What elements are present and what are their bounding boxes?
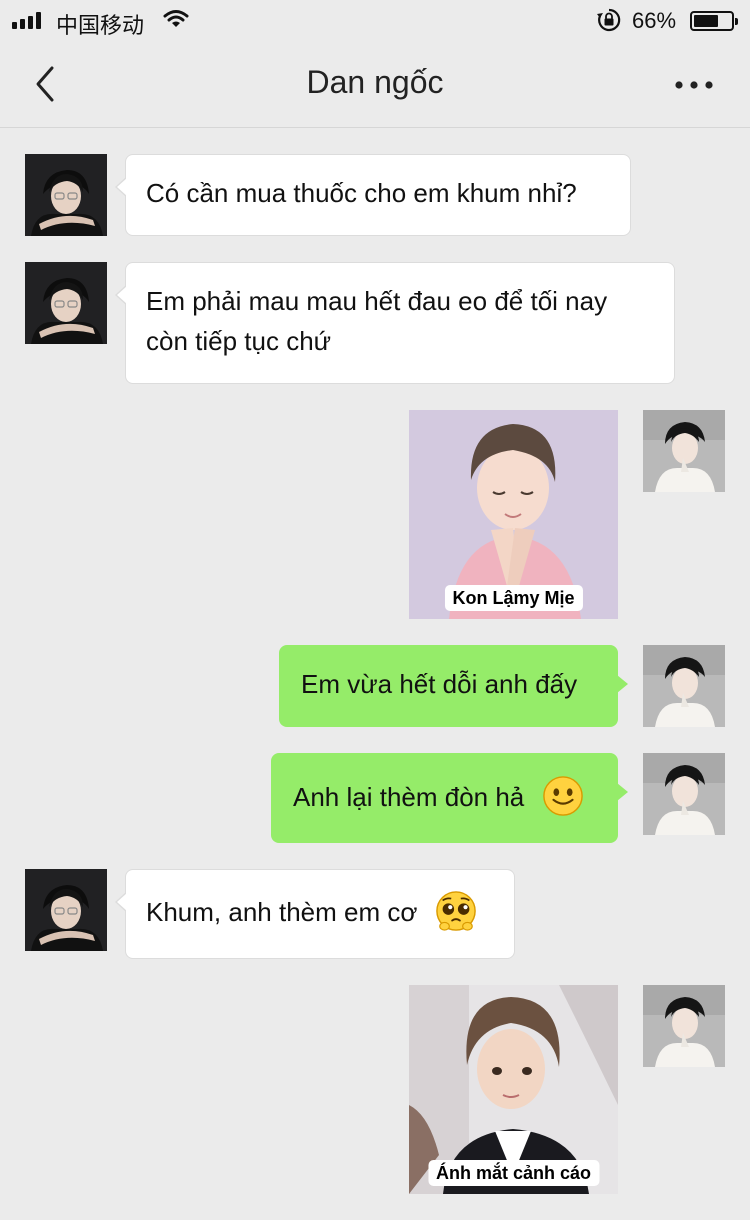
status-bar: 中国移动 66% bbox=[0, 0, 750, 42]
message-text: Có cần mua thuốc cho em khum nhỉ? bbox=[146, 178, 577, 208]
sticker-image[interactable]: Ánh mắt cảnh cáo bbox=[409, 985, 618, 1194]
message-bubble[interactable]: Em phải mau mau hết đau eo để tối nay cò… bbox=[115, 262, 675, 384]
message-outgoing: Kon Lậmy Mịe bbox=[0, 410, 750, 619]
message-bubble[interactable]: Em vừa hết dỗi anh đấy bbox=[279, 645, 628, 727]
my-avatar[interactable] bbox=[643, 985, 725, 1067]
carrier-name: 中国移动 bbox=[56, 13, 145, 38]
orientation-lock-icon bbox=[597, 8, 621, 32]
my-avatar[interactable] bbox=[643, 645, 725, 727]
message-text-line: Em phải mau mau hết đau eo để tối nay bbox=[146, 286, 608, 316]
signal-bars-icon bbox=[12, 12, 41, 29]
sticker-caption: Kon Lậmy Mịe bbox=[444, 585, 583, 611]
smiling-face-emoji bbox=[542, 775, 584, 817]
sticker-caption: Ánh mắt cảnh cáo bbox=[427, 1160, 600, 1186]
my-avatar[interactable] bbox=[643, 753, 725, 835]
my-avatar[interactable] bbox=[643, 410, 725, 492]
contact-avatar[interactable] bbox=[25, 869, 107, 951]
message-text: Anh lại thèm đòn hả bbox=[293, 782, 525, 812]
message-bubble[interactable]: Anh lại thèm đòn hả bbox=[271, 753, 628, 843]
message-bubble[interactable]: Có cần mua thuốc cho em khum nhỉ? bbox=[115, 154, 631, 236]
message-outgoing: Em vừa hết dỗi anh đấy bbox=[0, 645, 750, 727]
message-incoming: Khum, anh thèm em cơ bbox=[0, 869, 750, 959]
more-dots-icon[interactable] bbox=[672, 70, 716, 100]
message-incoming: Có cần mua thuốc cho em khum nhỉ? bbox=[0, 154, 750, 238]
message-text-line: còn tiếp tục chứ bbox=[146, 326, 332, 356]
battery-icon bbox=[690, 11, 738, 31]
message-text: Khum, anh thèm em cơ bbox=[146, 897, 418, 927]
pleading-face-emoji bbox=[435, 890, 477, 932]
battery-percent: 66% bbox=[632, 8, 677, 33]
contact-avatar[interactable] bbox=[25, 262, 107, 344]
message-outgoing: Ánh mắt cảnh cáo bbox=[0, 985, 750, 1194]
contact-avatar[interactable] bbox=[25, 154, 107, 236]
message-text: Em vừa hết dỗi anh đấy bbox=[301, 669, 578, 699]
nav-bar: Dan ngốc bbox=[0, 42, 750, 128]
wifi-icon bbox=[163, 10, 189, 27]
sticker-image[interactable]: Kon Lậmy Mịe bbox=[409, 410, 618, 619]
message-outgoing: Anh lại thèm đòn hả bbox=[0, 753, 750, 843]
message-bubble[interactable]: Khum, anh thèm em cơ bbox=[115, 869, 515, 959]
message-incoming: Em phải mau mau hết đau eo để tối nay cò… bbox=[0, 262, 750, 384]
chat-title: Dan ngốc bbox=[306, 64, 444, 100]
